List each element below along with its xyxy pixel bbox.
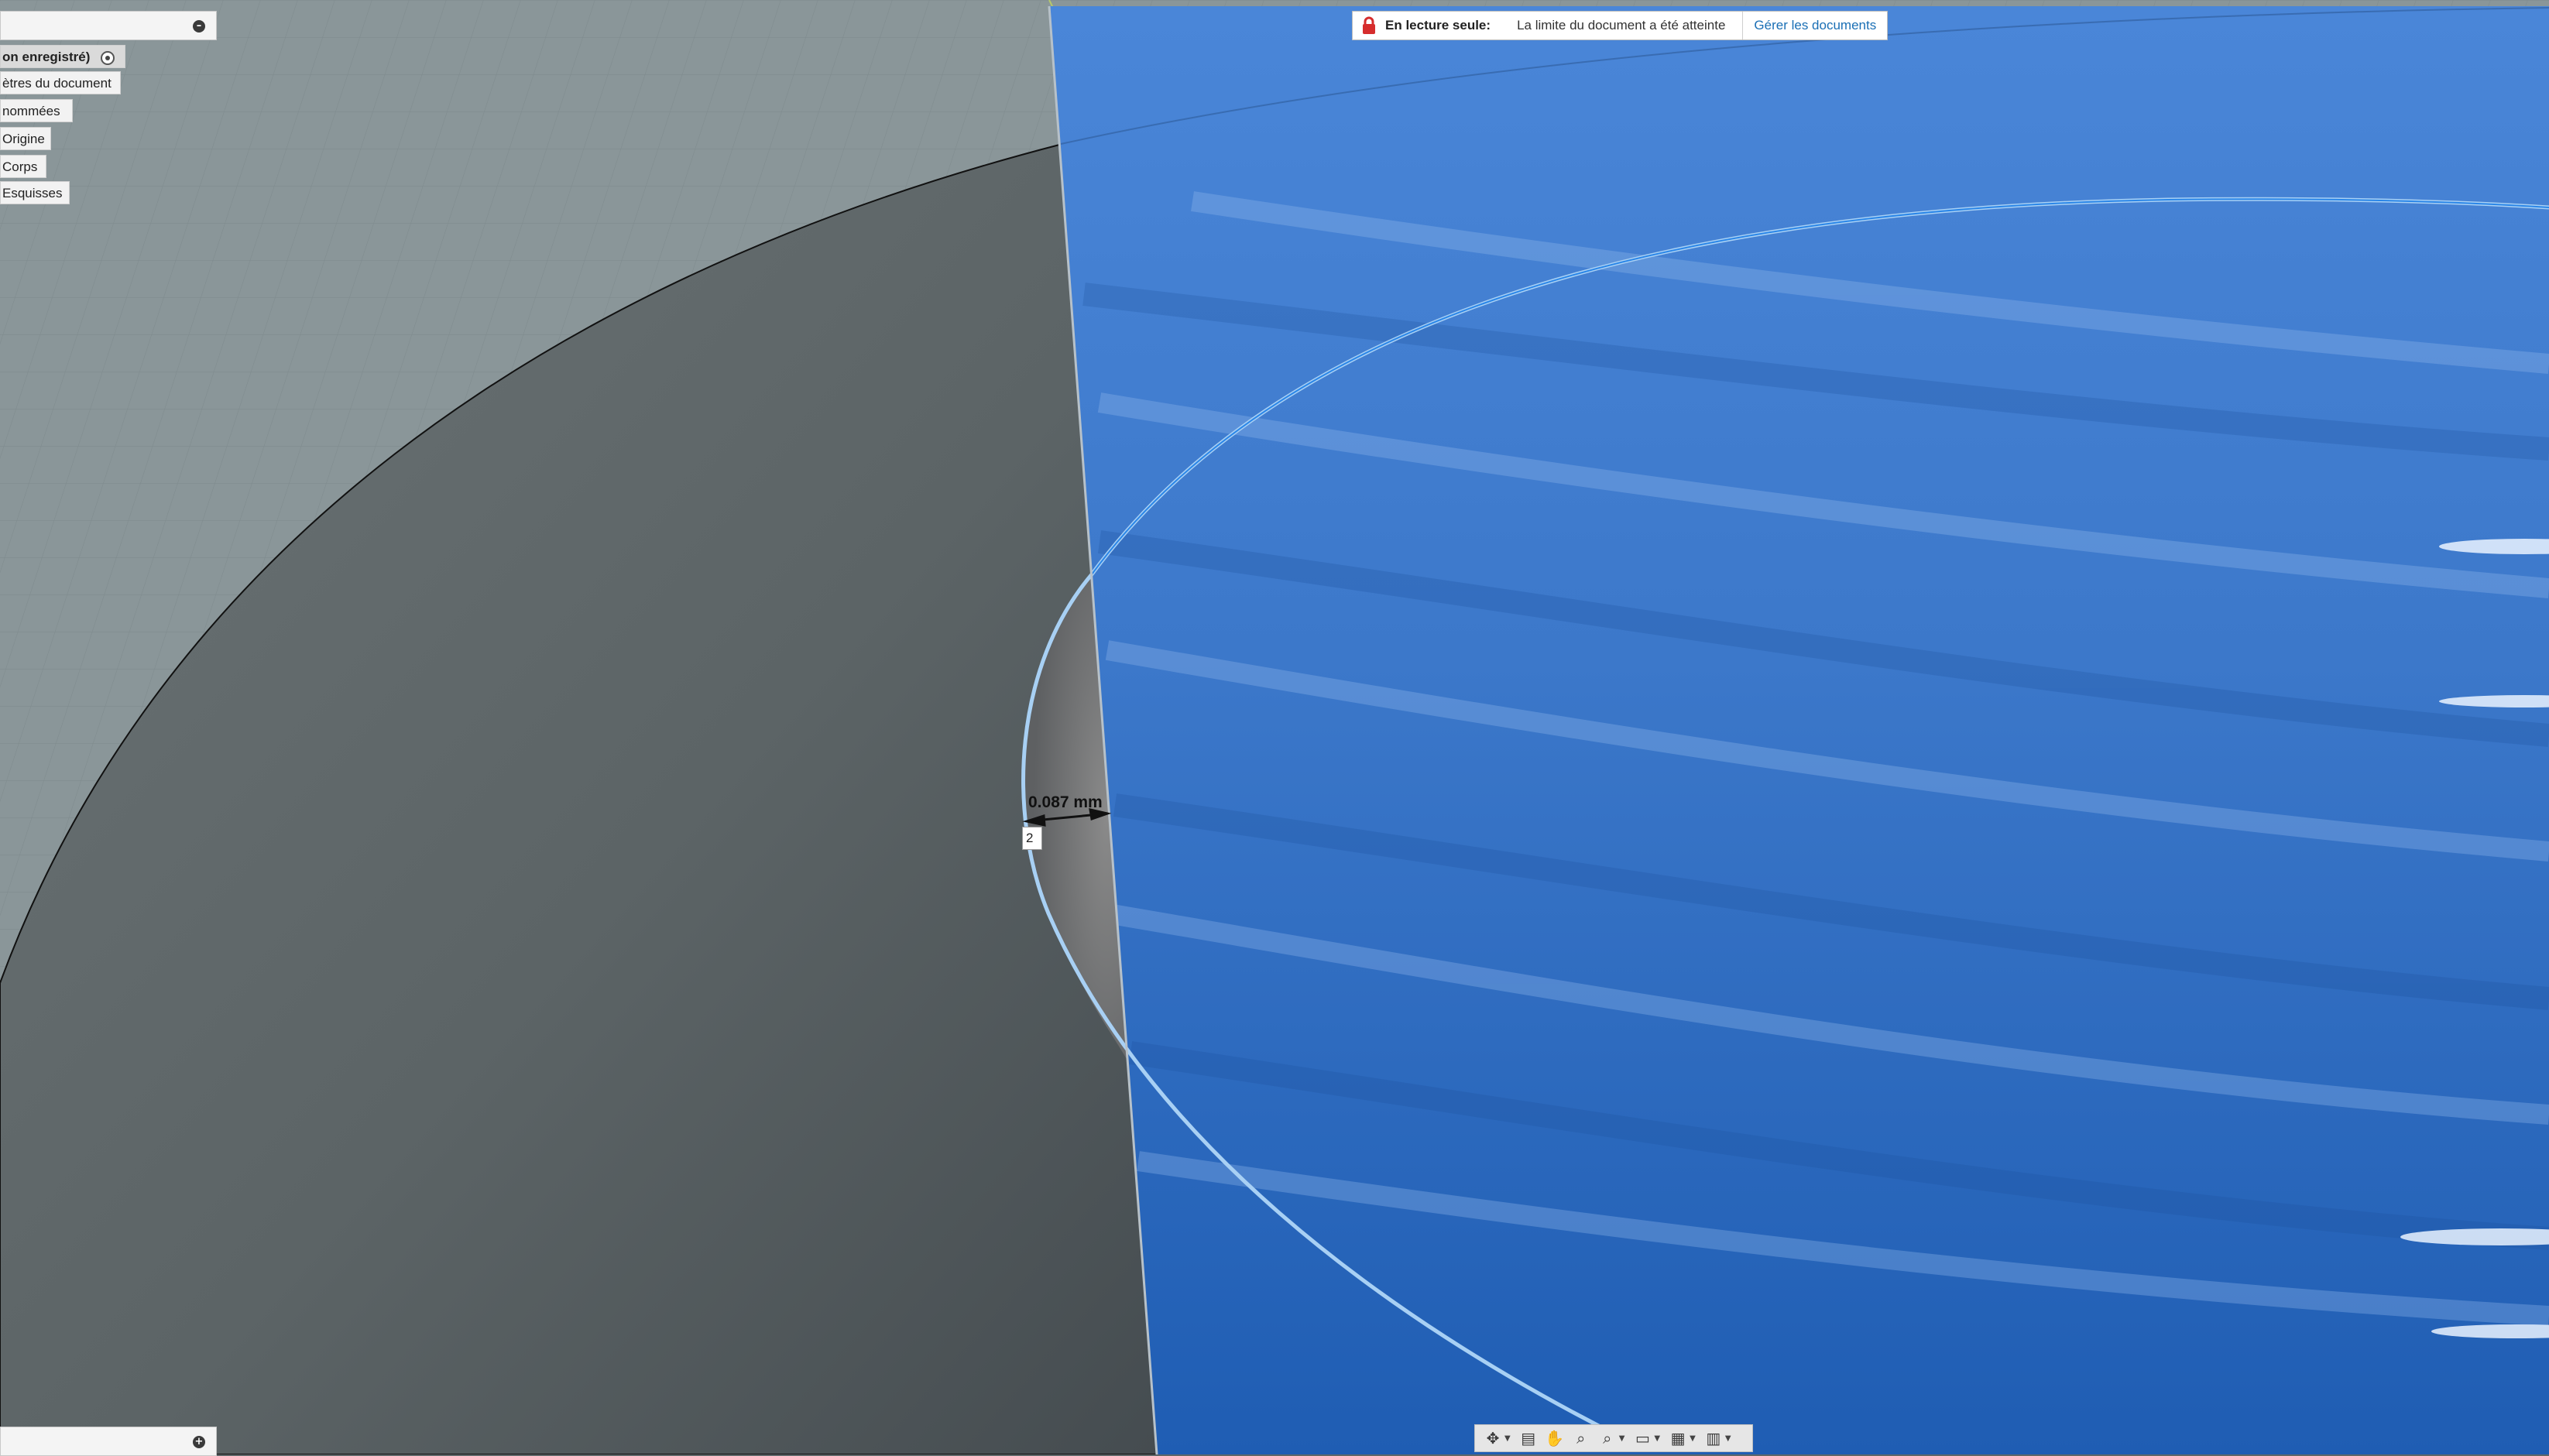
- dimension-value[interactable]: 0.087 mm: [1028, 793, 1103, 812]
- chevron-down-icon[interactable]: ▼: [1619, 1434, 1625, 1443]
- readonly-label: En lecture seule:: [1385, 18, 1491, 33]
- display-settings-icon[interactable]: ▭: [1631, 1428, 1654, 1448]
- tree-node-label: nommées: [2, 104, 60, 118]
- fit-icon[interactable]: ⌕: [1596, 1428, 1619, 1448]
- tree-node-label: Corps: [2, 159, 38, 174]
- manage-documents-link[interactable]: Gérer les documents: [1742, 12, 1887, 39]
- lock-icon: [1363, 16, 1375, 34]
- navigation-toolbar: ✥ ▼ ▤ ✋ ⌕ ⌕ ▼ ▭ ▼ ▦ ▼ ▥ ▼: [1474, 1424, 1753, 1452]
- tree-node-bodies[interactable]: Corps: [0, 155, 46, 178]
- active-radio-icon[interactable]: [101, 50, 115, 65]
- tree-node-label: Esquisses: [2, 186, 63, 200]
- tree-node-document[interactable]: on enregistré): [0, 45, 125, 68]
- pan-icon[interactable]: ✋: [1543, 1428, 1566, 1448]
- chevron-down-icon[interactable]: ▼: [1725, 1434, 1731, 1443]
- look-at-icon[interactable]: ▤: [1517, 1428, 1540, 1448]
- chevron-down-icon[interactable]: ▼: [1654, 1434, 1660, 1443]
- tree-node-label: ètres du document: [2, 76, 111, 91]
- tree-node-label: on enregistré): [2, 50, 91, 64]
- tree-node-sketches[interactable]: Esquisses: [0, 181, 70, 204]
- zoom-icon[interactable]: ⌕: [1570, 1428, 1593, 1448]
- grid-snaps-icon[interactable]: ▦: [1666, 1428, 1690, 1448]
- viewports-icon[interactable]: ▥: [1702, 1428, 1725, 1448]
- tree-node-document-settings[interactable]: ètres du document: [0, 71, 121, 94]
- canvas-viewport[interactable]: [0, 0, 2549, 1454]
- tree-node-label: Origine: [2, 132, 45, 146]
- browser-header-bar: –: [0, 11, 217, 40]
- readonly-message: La limite du document a été atteinte: [1517, 18, 1726, 33]
- chevron-down-icon[interactable]: ▼: [1690, 1434, 1696, 1443]
- chevron-down-icon[interactable]: ▼: [1504, 1434, 1511, 1443]
- expand-icon[interactable]: +: [193, 1436, 205, 1448]
- orbit-icon[interactable]: ✥: [1481, 1428, 1504, 1448]
- comments-bar: +: [0, 1427, 217, 1456]
- collapse-icon[interactable]: –: [193, 20, 205, 33]
- readonly-banner: En lecture seule: La limite du document …: [1352, 11, 1889, 40]
- tree-node-origin[interactable]: Origine: [0, 127, 51, 150]
- dimension-input[interactable]: 2: [1022, 827, 1042, 850]
- tree-node-named-views[interactable]: nommées: [0, 99, 73, 122]
